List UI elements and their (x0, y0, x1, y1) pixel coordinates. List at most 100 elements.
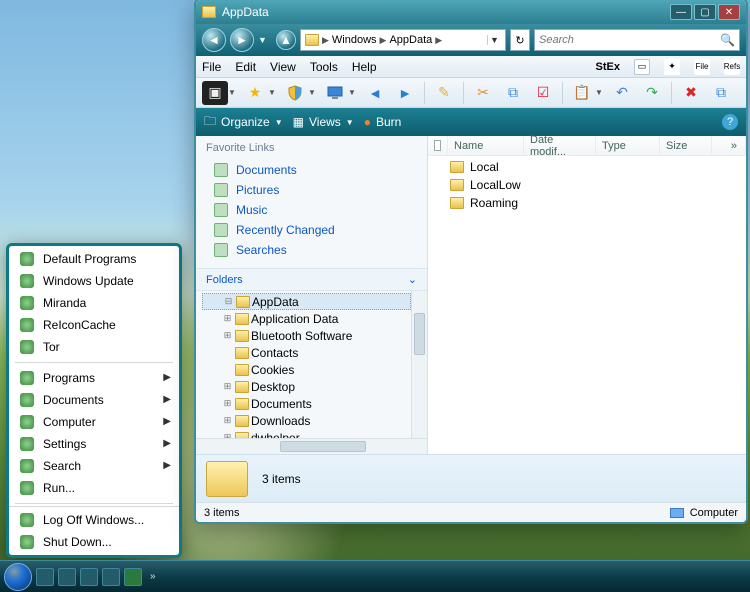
taskbar-button[interactable] (102, 568, 120, 586)
ext-btn-3[interactable]: File (694, 59, 710, 75)
tree-node[interactable]: ⊞Bluetooth Software (202, 327, 411, 344)
taskbar-button[interactable] (80, 568, 98, 586)
close-button[interactable]: ✕ (718, 4, 740, 20)
taskbar-button[interactable] (58, 568, 76, 586)
favorite-link[interactable]: Pictures (196, 180, 427, 200)
start-item[interactable]: Programs▶ (9, 367, 179, 389)
file-row[interactable]: Local (428, 158, 746, 176)
search-box[interactable]: 🔍 (534, 29, 740, 51)
col-more[interactable]: » (712, 136, 746, 155)
start-item[interactable]: Default Programs (9, 248, 179, 270)
start-item[interactable]: Run... (9, 477, 179, 499)
start-item[interactable]: Documents▶ (9, 389, 179, 411)
minimize-button[interactable]: — (670, 4, 692, 20)
start-item[interactable]: Windows Update (9, 270, 179, 292)
taskbar-button[interactable] (36, 568, 54, 586)
console-icon[interactable]: ▣ (202, 81, 228, 105)
start-item[interactable]: Computer▶ (9, 411, 179, 433)
menu-file[interactable]: File (202, 60, 221, 74)
favorite-link[interactable]: Searches (196, 240, 427, 260)
burn-button[interactable]: ● Burn (364, 115, 402, 129)
tree-node[interactable]: ⊞Documents (202, 395, 411, 412)
column-headers[interactable]: Name Date modif... Type Size » (428, 136, 746, 156)
maximize-button[interactable]: ▢ (694, 4, 716, 20)
ext-btn-2[interactable]: ✦ (664, 59, 680, 75)
tree-node[interactable]: ⊞Application Data (202, 310, 411, 327)
breadcrumb-seg[interactable]: AppData (389, 34, 432, 46)
views-button[interactable]: ▦ Views▼ (293, 115, 354, 129)
favorite-link[interactable]: Recently Changed (196, 220, 427, 240)
stex-label[interactable]: StEx (596, 61, 620, 73)
tree-vscrollbar[interactable] (411, 291, 427, 438)
tree-node[interactable]: ⊞Downloads (202, 412, 411, 429)
col-type[interactable]: Type (596, 136, 660, 155)
menu-edit[interactable]: Edit (235, 60, 256, 74)
favorite-link[interactable]: Music (196, 200, 427, 220)
expand-toggle[interactable]: ⊞ (222, 330, 233, 341)
start-item[interactable]: Tor (9, 336, 179, 358)
col-date[interactable]: Date modif... (524, 136, 596, 155)
tree-node[interactable]: Cookies (202, 361, 411, 378)
screens-icon[interactable]: ⧉ (708, 81, 734, 105)
tree-node[interactable]: ⊟AppData (202, 293, 411, 310)
titlebar[interactable]: AppData — ▢ ✕ (196, 0, 746, 24)
cut-icon[interactable]: ✂ (470, 81, 496, 105)
file-row[interactable]: LocalLow (428, 176, 746, 194)
taskbar[interactable]: » (0, 560, 750, 592)
start-orb[interactable] (4, 563, 32, 591)
start-item[interactable]: Miranda (9, 292, 179, 314)
expand-toggle[interactable]: ⊟ (223, 296, 234, 307)
delete-icon[interactable]: ✖ (678, 81, 704, 105)
folders-header[interactable]: Folders ⌄ (196, 268, 427, 291)
check-icon[interactable]: ☑ (530, 81, 556, 105)
taskbar-overflow[interactable]: » (146, 571, 160, 582)
col-size[interactable]: Size (660, 136, 712, 155)
address-bar[interactable]: ▶ Windows ▶ AppData ▶ ▼ (300, 29, 506, 51)
search-input[interactable] (539, 34, 720, 46)
redo-icon[interactable]: ↷ (639, 81, 665, 105)
start-item[interactable]: Log Off Windows... (9, 509, 179, 531)
copy-icon[interactable]: ⧉ (500, 81, 526, 105)
back-button[interactable]: ◄ (202, 28, 226, 52)
col-name[interactable]: Name (448, 136, 524, 155)
menu-help[interactable]: Help (352, 60, 377, 74)
expand-toggle[interactable]: ⊞ (222, 381, 233, 392)
nav-back-icon[interactable]: ◄ (362, 81, 388, 105)
select-all-checkbox[interactable] (434, 140, 441, 151)
ext-btn-1[interactable]: ▭ (634, 59, 650, 75)
file-row[interactable]: Roaming (428, 194, 746, 212)
start-item[interactable]: Search▶ (9, 455, 179, 477)
menu-view[interactable]: View (270, 60, 296, 74)
edit-icon[interactable]: ✎ (431, 81, 457, 105)
history-dropdown[interactable]: ▼ (258, 35, 272, 45)
help-button[interactable]: ? (722, 114, 738, 130)
tree-node[interactable]: ⊞dwhelper (202, 429, 411, 438)
monitor-icon[interactable] (322, 81, 348, 105)
folder-tree[interactable]: ⊟AppData⊞Application Data⊞Bluetooth Soft… (196, 291, 411, 438)
tree-node[interactable]: ⊞Desktop (202, 378, 411, 395)
undo-icon[interactable]: ↶ (609, 81, 635, 105)
refresh-button[interactable]: ↻ (510, 29, 530, 51)
expand-toggle[interactable]: ⊞ (222, 398, 233, 409)
start-item[interactable]: Settings▶ (9, 433, 179, 455)
breadcrumb-seg[interactable]: Windows (332, 34, 377, 46)
favorite-link[interactable]: Documents (196, 160, 427, 180)
start-item[interactable]: ReIconCache (9, 314, 179, 336)
tree-hscrollbar[interactable] (196, 438, 427, 454)
expand-toggle[interactable]: ⊞ (222, 313, 233, 324)
expand-toggle[interactable]: ⊞ (222, 415, 233, 426)
shield-icon[interactable] (282, 81, 308, 105)
address-dropdown[interactable]: ▼ (487, 35, 501, 45)
taskbar-button[interactable] (124, 568, 142, 586)
forward-button[interactable]: ► (230, 28, 254, 52)
nav-fwd-icon[interactable]: ► (392, 81, 418, 105)
start-item[interactable]: Shut Down... (9, 531, 179, 553)
search-icon[interactable]: 🔍 (720, 33, 735, 47)
tree-node[interactable]: Contacts (202, 344, 411, 361)
paste-icon[interactable]: 📋 (569, 81, 595, 105)
menu-tools[interactable]: Tools (310, 60, 338, 74)
chevron-down-icon[interactable]: ⌄ (408, 273, 417, 286)
organize-button[interactable]: 🗀 Organize▼ (204, 112, 283, 133)
favorites-icon[interactable]: ★ (242, 81, 268, 105)
ext-btn-4[interactable]: Refs (724, 59, 740, 75)
